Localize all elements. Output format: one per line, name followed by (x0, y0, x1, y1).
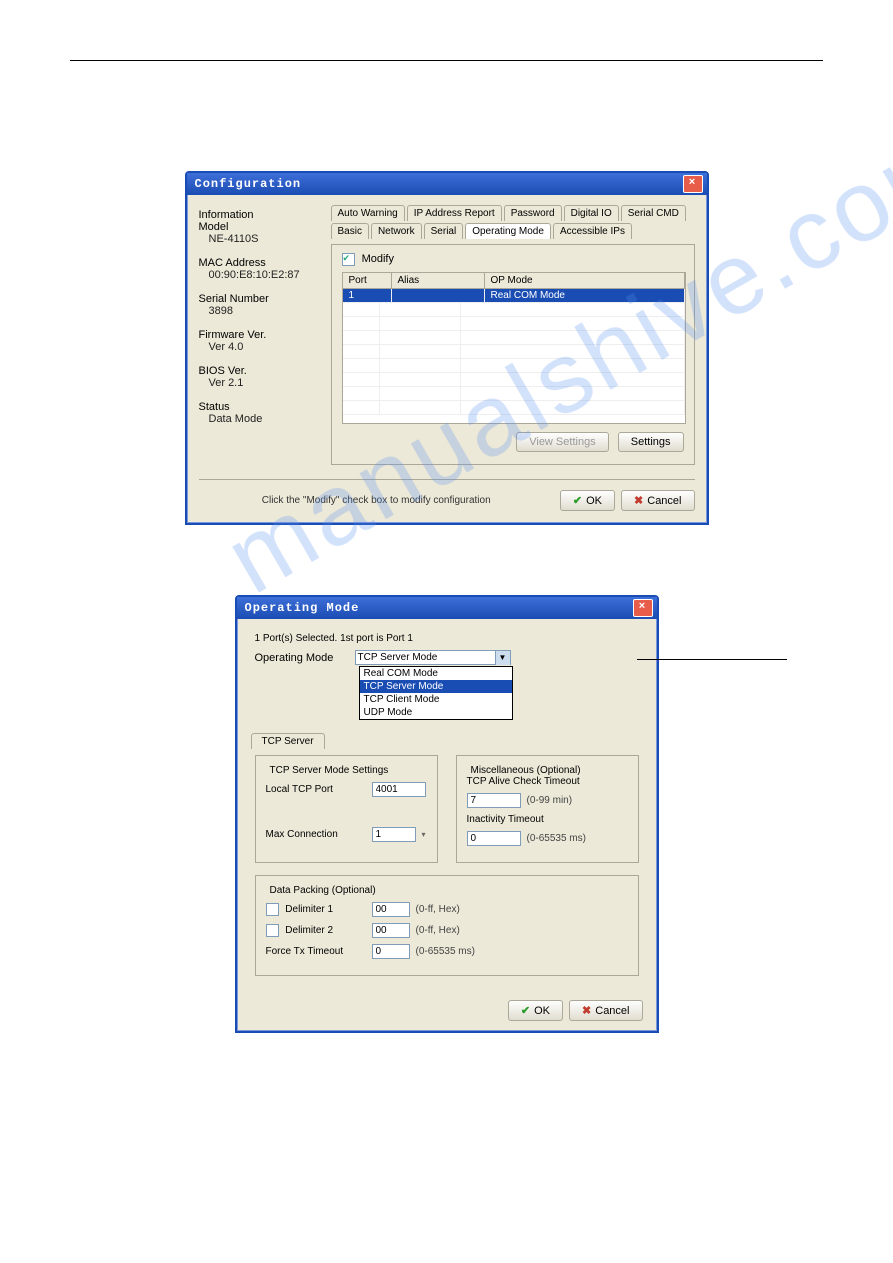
hint-alive: (0-99 min) (527, 795, 573, 806)
fieldset-misc: Miscellaneous (Optional) TCP Alive Check… (456, 755, 639, 863)
fieldset-packing: Data Packing (Optional) Delimiter 1 (0-f… (255, 875, 639, 976)
col-opmode: OP Mode (485, 273, 685, 288)
checkbox-icon (342, 253, 355, 266)
dropdown-item[interactable]: TCP Client Mode (360, 693, 512, 706)
tab-basic[interactable]: Basic (331, 223, 369, 239)
tab-serial-cmd[interactable]: Serial CMD (621, 205, 686, 221)
label-force-tx: Force Tx Timeout (266, 946, 366, 957)
delimiter1-checkbox[interactable] (266, 903, 279, 916)
label-mac: MAC Address (199, 257, 319, 269)
titlebar: Operating Mode × (237, 597, 657, 619)
legend-misc: Miscellaneous (Optional) (467, 765, 585, 776)
port-table: Port Alias OP Mode 1 Real COM Mode (342, 272, 686, 424)
label-inactivity: Inactivity Timeout (467, 814, 628, 825)
tab-tcp-server[interactable]: TCP Server (251, 733, 325, 749)
window-title: Operating Mode (245, 601, 633, 615)
chevron-down-icon: ▼ (495, 651, 510, 665)
table-header: Port Alias OP Mode (343, 273, 685, 289)
label-max-conn: Max Connection (266, 829, 366, 840)
hint-hex: (0-ff, Hex) (416, 904, 460, 915)
window-operating-mode: Operating Mode × 1 Port(s) Selected. 1st… (235, 595, 659, 1033)
operating-mode-select[interactable]: TCP Server Mode ▼ (355, 650, 511, 665)
label-delimiter1: Delimiter 1 (285, 904, 333, 915)
close-icon[interactable]: × (683, 175, 703, 193)
cell-opmode: Real COM Mode (485, 289, 685, 303)
tabs-area: Auto Warning IP Address Report Password … (331, 205, 695, 465)
info-heading: Information (199, 209, 319, 221)
legend-tcp-server: TCP Server Mode Settings (266, 765, 393, 776)
table-row[interactable]: 1 Real COM Mode (343, 289, 685, 303)
hint-hex2: (0-ff, Hex) (416, 925, 460, 936)
dropdown-item[interactable]: UDP Mode (360, 706, 512, 719)
tab-serial[interactable]: Serial (424, 223, 464, 239)
cell-alias (392, 289, 485, 303)
value-bios: Ver 2.1 (199, 377, 319, 389)
force-tx-input[interactable] (372, 944, 410, 959)
value-firmware: Ver 4.0 (199, 341, 319, 353)
page: Configuration × Information Model NE-411… (0, 0, 893, 1033)
info-panel: Information Model NE-4110S MAC Address 0… (199, 205, 319, 465)
dropdown-arrow-icon[interactable]: ▾ (422, 830, 426, 839)
tab-password[interactable]: Password (504, 205, 562, 221)
label-local-port: Local TCP Port (266, 784, 366, 795)
cancel-button[interactable]: Cancel (569, 1000, 642, 1021)
value-status: Data Mode (199, 413, 319, 425)
delimiter1-input[interactable] (372, 902, 410, 917)
label-model: Model (199, 221, 319, 233)
tab-accessible-ips[interactable]: Accessible IPs (553, 223, 632, 239)
inactivity-input[interactable] (467, 831, 521, 846)
operating-mode-label: Operating Mode (255, 650, 355, 664)
modify-checkbox[interactable]: Modify (342, 253, 394, 265)
hint-inactivity: (0-65535 ms) (527, 833, 586, 844)
cell-port: 1 (343, 289, 392, 303)
label-serial: Serial Number (199, 293, 319, 305)
label-delimiter2: Delimiter 2 (285, 925, 333, 936)
alive-timeout-input[interactable] (467, 793, 521, 808)
tab-operating-mode[interactable]: Operating Mode (465, 223, 551, 239)
delimiter2-input[interactable] (372, 923, 410, 938)
label-bios: BIOS Ver. (199, 365, 319, 377)
close-icon[interactable]: × (633, 599, 653, 617)
select-value: TCP Server Mode (358, 652, 438, 663)
max-conn-input[interactable] (372, 827, 416, 842)
tab-network[interactable]: Network (371, 223, 422, 239)
callout-arrow (637, 659, 787, 670)
col-alias: Alias (392, 273, 485, 288)
dropdown-item[interactable]: Real COM Mode (360, 667, 512, 680)
ok-button[interactable]: OK (560, 490, 615, 511)
local-port-input[interactable] (372, 782, 426, 797)
tab-digital-io[interactable]: Digital IO (564, 205, 619, 221)
port-selection-msg: 1 Port(s) Selected. 1st port is Port 1 (255, 633, 643, 644)
dropdown-item[interactable]: TCP Server Mode (360, 680, 512, 693)
value-serial: 3898 (199, 305, 319, 317)
tab-auto-warning[interactable]: Auto Warning (331, 205, 405, 221)
col-port: Port (343, 273, 392, 288)
window-configuration: Configuration × Information Model NE-411… (185, 171, 709, 525)
label-alive: TCP Alive Check Timeout (467, 776, 628, 787)
modify-label: Modify (362, 253, 394, 265)
settings-button[interactable]: Settings (618, 432, 684, 452)
legend-packing: Data Packing (Optional) (266, 885, 380, 896)
ok-button[interactable]: OK (508, 1000, 563, 1021)
titlebar: Configuration × (187, 173, 707, 195)
value-mac: 00:90:E8:10:E2:87 (199, 269, 319, 281)
fieldset-tcp-server: TCP Server Mode Settings Local TCP Port … (255, 755, 438, 863)
tab-ip-report[interactable]: IP Address Report (407, 205, 502, 221)
view-settings-button: View Settings (516, 432, 608, 452)
delimiter2-checkbox[interactable] (266, 924, 279, 937)
operating-mode-dropdown: Real COM Mode TCP Server Mode TCP Client… (359, 666, 513, 720)
hint-force: (0-65535 ms) (416, 946, 475, 957)
value-model: NE-4110S (199, 233, 319, 245)
page-rule (70, 60, 823, 61)
tab-content: Modify Port Alias OP Mode 1 Real (331, 244, 695, 465)
label-status: Status (199, 401, 319, 413)
window-title: Configuration (195, 177, 683, 191)
footer-message: Click the "Modify" check box to modify c… (199, 495, 554, 506)
label-firmware: Firmware Ver. (199, 329, 319, 341)
cancel-button[interactable]: Cancel (621, 490, 694, 511)
